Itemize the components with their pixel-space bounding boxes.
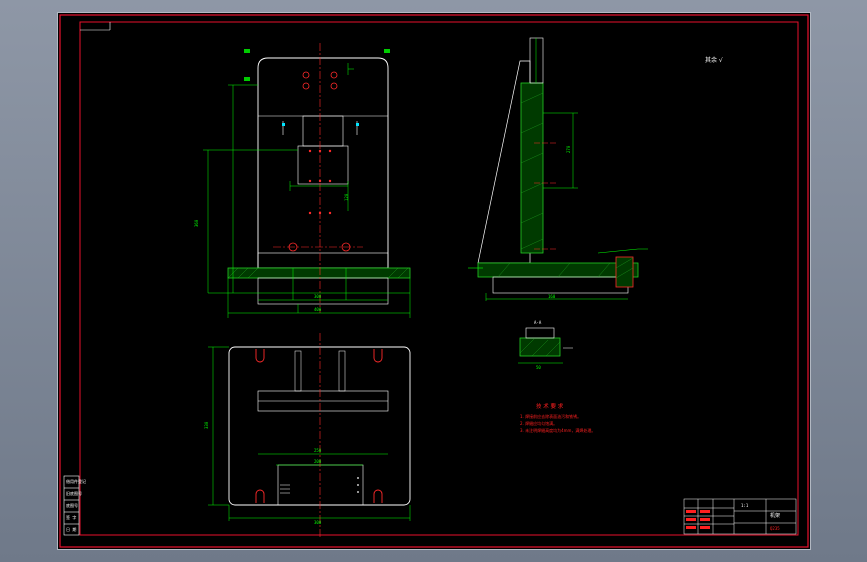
detail-view-label: A-A [534,320,542,325]
svg-text:日 期: 日 期 [66,526,76,532]
dim-front-mid: 120 [344,193,349,201]
svg-text:底图号: 底图号 [66,502,78,508]
inner-border [79,21,799,536]
front-view [227,43,411,313]
drawing-scale: 1:1 [741,503,749,508]
front-callouts [244,49,390,81]
drawing-material: Q235 [770,526,780,531]
drawing-title: 机架 [770,512,780,519]
tech-req-line-2: 2. 焊缝应均匀饱满。 [520,420,557,426]
roughness-symbol: 其余 √ [705,56,723,64]
plan-dim-labels: 330 300 250 200 [204,421,322,525]
dim-side-base: 160 [548,294,556,299]
dim-front-height: 360 [194,219,199,227]
side-view [468,37,639,294]
plan-view-dimensions [208,346,411,521]
dim-detail-width: 50 [536,365,541,370]
svg-text:签 字: 签 字 [66,514,76,520]
dim-plan-height: 330 [204,421,209,429]
dim-front-base: 300 [314,294,322,299]
drawing-sheet: 借用件登记旧底图号 底图号签 字日 期 400 300 360 120 270 … [59,14,809,548]
dim-side-height: 270 [566,145,571,153]
front-dim-labels: 400 300 360 120 [194,193,349,312]
front-view-dimensions [203,63,411,318]
outer-border [59,14,809,548]
tech-req-line-1: 1. 焊接前应去除表面油污和铁锈。 [520,413,581,419]
detail-view [518,327,573,364]
svg-text:旧底图号: 旧底图号 [66,490,82,496]
plan-view [228,333,411,538]
dim-front-width: 400 [314,307,322,312]
dim-plan-width: 300 [314,520,322,525]
dim-plan-inner: 250 [314,448,322,453]
dim-plan-inner2: 200 [314,459,322,464]
tech-requirements-title: 技 术 要 求 [536,402,564,410]
tech-req-line-3: 3. 未注明焊缝高度均为4mm，满焊处理。 [520,427,595,433]
svg-text:借用件登记: 借用件登记 [66,478,86,484]
tech-requirements: 技 术 要 求 1. 焊接前应去除表面油污和铁锈。 2. 焊缝应均匀饱满。 3.… [520,402,595,433]
cad-drawing-canvas[interactable]: 借用件登记 旧底图号 底图号签 字日 期 400 300 360 120 270… [57,12,811,550]
